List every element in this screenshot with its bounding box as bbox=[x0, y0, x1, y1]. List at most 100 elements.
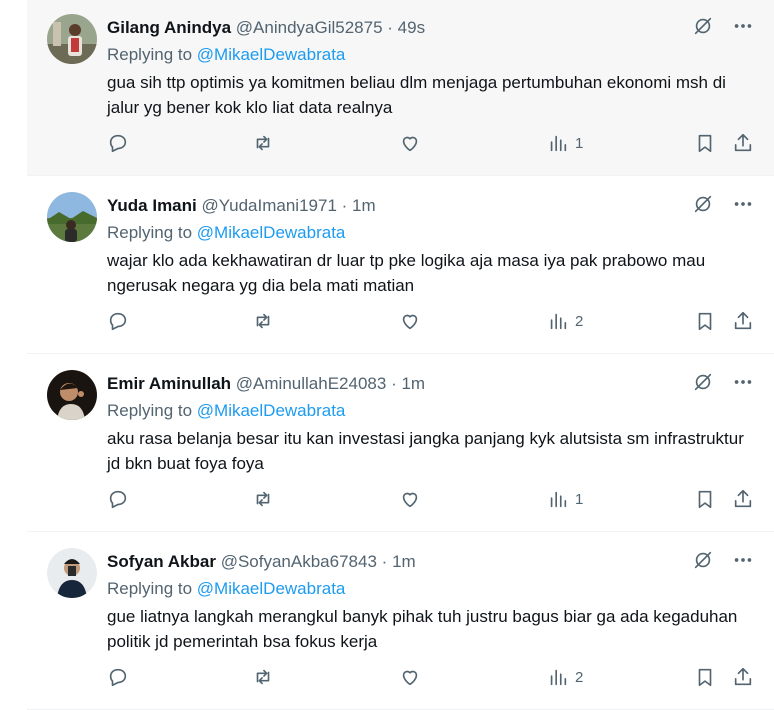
tweet-action-bar: 2 bbox=[107, 666, 767, 694]
replying-to-mention[interactable]: @MikaelDewabrata bbox=[197, 401, 346, 420]
tweet-header: Emir Aminullah @AminullahE24083 · 1m bbox=[107, 373, 425, 395]
retweet-icon bbox=[256, 669, 270, 685]
replying-prefix: Replying to bbox=[107, 579, 197, 598]
bookmark-icon bbox=[698, 312, 712, 331]
bookmark-button[interactable] bbox=[694, 132, 716, 154]
tweet-header: Yuda Imani @YudaImani1971 · 1m bbox=[107, 195, 376, 217]
separator-dot: · bbox=[341, 196, 348, 215]
reply-feed: Gilang Anindya @AnindyaGil52875 · 49s Re… bbox=[0, 0, 774, 710]
reply-icon bbox=[109, 134, 127, 153]
avatar[interactable] bbox=[47, 192, 97, 242]
grok-icon[interactable] bbox=[692, 549, 714, 571]
views-button[interactable]: 1 bbox=[547, 488, 583, 510]
views-count: 2 bbox=[575, 312, 584, 330]
retweet-icon bbox=[256, 491, 270, 507]
retweet-button[interactable] bbox=[252, 488, 274, 510]
bookmark-icon bbox=[698, 490, 712, 509]
user-handle[interactable]: @SofyanAkba67843 bbox=[221, 552, 377, 571]
reply-tweet[interactable]: Gilang Anindya @AnindyaGil52875 · 49s Re… bbox=[27, 0, 774, 176]
display-name[interactable]: Sofyan Akbar bbox=[107, 552, 216, 571]
timestamp[interactable]: 1m bbox=[392, 552, 416, 571]
share-button[interactable] bbox=[732, 310, 754, 332]
replying-prefix: Replying to bbox=[107, 401, 197, 420]
retweet-icon bbox=[256, 135, 270, 151]
display-name[interactable]: Emir Aminullah bbox=[107, 374, 231, 393]
tweet-action-bar: 2 bbox=[107, 310, 767, 338]
reply-button[interactable] bbox=[107, 666, 129, 688]
reply-tweet[interactable]: Sofyan Akbar @SofyanAkba67843 · 1m Reply… bbox=[27, 534, 774, 710]
replying-to-mention[interactable]: @MikaelDewabrata bbox=[197, 45, 346, 64]
share-button[interactable] bbox=[732, 666, 754, 688]
avatar[interactable] bbox=[47, 14, 97, 64]
timestamp[interactable]: 49s bbox=[398, 18, 425, 37]
tweet-header: Sofyan Akbar @SofyanAkba67843 · 1m bbox=[107, 551, 416, 573]
bookmark-button[interactable] bbox=[694, 488, 716, 510]
more-icon[interactable] bbox=[732, 193, 754, 215]
retweet-button[interactable] bbox=[252, 666, 274, 688]
share-icon bbox=[734, 311, 752, 330]
like-button[interactable] bbox=[399, 666, 421, 688]
views-icon bbox=[550, 313, 567, 330]
replying-to-mention[interactable]: @MikaelDewabrata bbox=[197, 223, 346, 242]
views-button[interactable]: 2 bbox=[547, 310, 583, 332]
reply-button[interactable] bbox=[107, 132, 129, 154]
left-gutter bbox=[0, 0, 27, 709]
more-icon[interactable] bbox=[732, 549, 754, 571]
separator-dot: · bbox=[387, 18, 393, 37]
replying-to-line: Replying to @MikaelDewabrata bbox=[107, 578, 345, 600]
tweet-action-bar: 1 bbox=[107, 132, 767, 160]
bookmark-button[interactable] bbox=[694, 310, 716, 332]
tweet-action-bar: 1 bbox=[107, 488, 767, 516]
like-icon bbox=[402, 314, 418, 330]
display-name[interactable]: Gilang Anindya bbox=[107, 18, 231, 37]
like-button[interactable] bbox=[399, 132, 421, 154]
more-icon[interactable] bbox=[732, 15, 754, 37]
replying-to-line: Replying to @MikaelDewabrata bbox=[107, 44, 345, 66]
views-count: 2 bbox=[575, 668, 584, 686]
share-button[interactable] bbox=[732, 488, 754, 510]
bookmark-icon bbox=[698, 668, 712, 687]
reply-tweet[interactable]: Emir Aminullah @AminullahE24083 · 1m Rep… bbox=[27, 356, 774, 532]
grok-icon[interactable] bbox=[692, 193, 714, 215]
tweet-text: wajar klo ada kekhawatiran dr luar tp pk… bbox=[107, 251, 706, 295]
views-button[interactable]: 1 bbox=[547, 132, 583, 154]
share-icon bbox=[734, 667, 752, 686]
share-button[interactable] bbox=[732, 132, 754, 154]
user-handle[interactable]: @AminullahE24083 bbox=[236, 374, 387, 393]
tweet-text: aku rasa belanja besar itu kan investasi… bbox=[107, 429, 744, 473]
tweet-header: Gilang Anindya @AnindyaGil52875 · 49s bbox=[107, 17, 425, 39]
reply-button[interactable] bbox=[107, 488, 129, 510]
retweet-button[interactable] bbox=[252, 132, 274, 154]
more-icon[interactable] bbox=[732, 371, 754, 393]
like-icon bbox=[402, 492, 418, 508]
tweet-top-actions bbox=[692, 549, 754, 571]
like-button[interactable] bbox=[399, 488, 421, 510]
retweet-icon bbox=[256, 313, 270, 329]
reply-icon bbox=[109, 668, 127, 687]
grok-icon[interactable] bbox=[692, 371, 714, 393]
replying-to-line: Replying to @MikaelDewabrata bbox=[107, 400, 345, 422]
avatar[interactable] bbox=[47, 370, 97, 420]
views-button[interactable]: 2 bbox=[547, 666, 583, 688]
retweet-button[interactable] bbox=[252, 310, 274, 332]
like-button[interactable] bbox=[399, 310, 421, 332]
reply-icon bbox=[109, 490, 127, 509]
grok-icon[interactable] bbox=[692, 15, 714, 37]
like-icon bbox=[402, 136, 418, 152]
avatar[interactable] bbox=[47, 548, 97, 598]
views-icon bbox=[550, 669, 567, 686]
replying-to-mention[interactable]: @MikaelDewabrata bbox=[197, 579, 346, 598]
share-icon bbox=[734, 133, 752, 152]
bookmark-button[interactable] bbox=[694, 666, 716, 688]
user-handle[interactable]: @AnindyaGil52875 bbox=[236, 18, 383, 37]
reply-tweet[interactable]: Yuda Imani @YudaImani1971 · 1m Replying … bbox=[27, 178, 774, 354]
display-name[interactable]: Yuda Imani bbox=[107, 196, 197, 215]
views-icon bbox=[550, 491, 567, 508]
timestamp[interactable]: 1m bbox=[401, 374, 425, 393]
like-icon bbox=[402, 670, 418, 686]
share-icon bbox=[734, 489, 752, 508]
timestamp[interactable]: 1m bbox=[352, 196, 376, 215]
user-handle[interactable]: @YudaImani1971 bbox=[201, 196, 336, 215]
reply-button[interactable] bbox=[107, 310, 129, 332]
views-count: 1 bbox=[575, 134, 584, 152]
